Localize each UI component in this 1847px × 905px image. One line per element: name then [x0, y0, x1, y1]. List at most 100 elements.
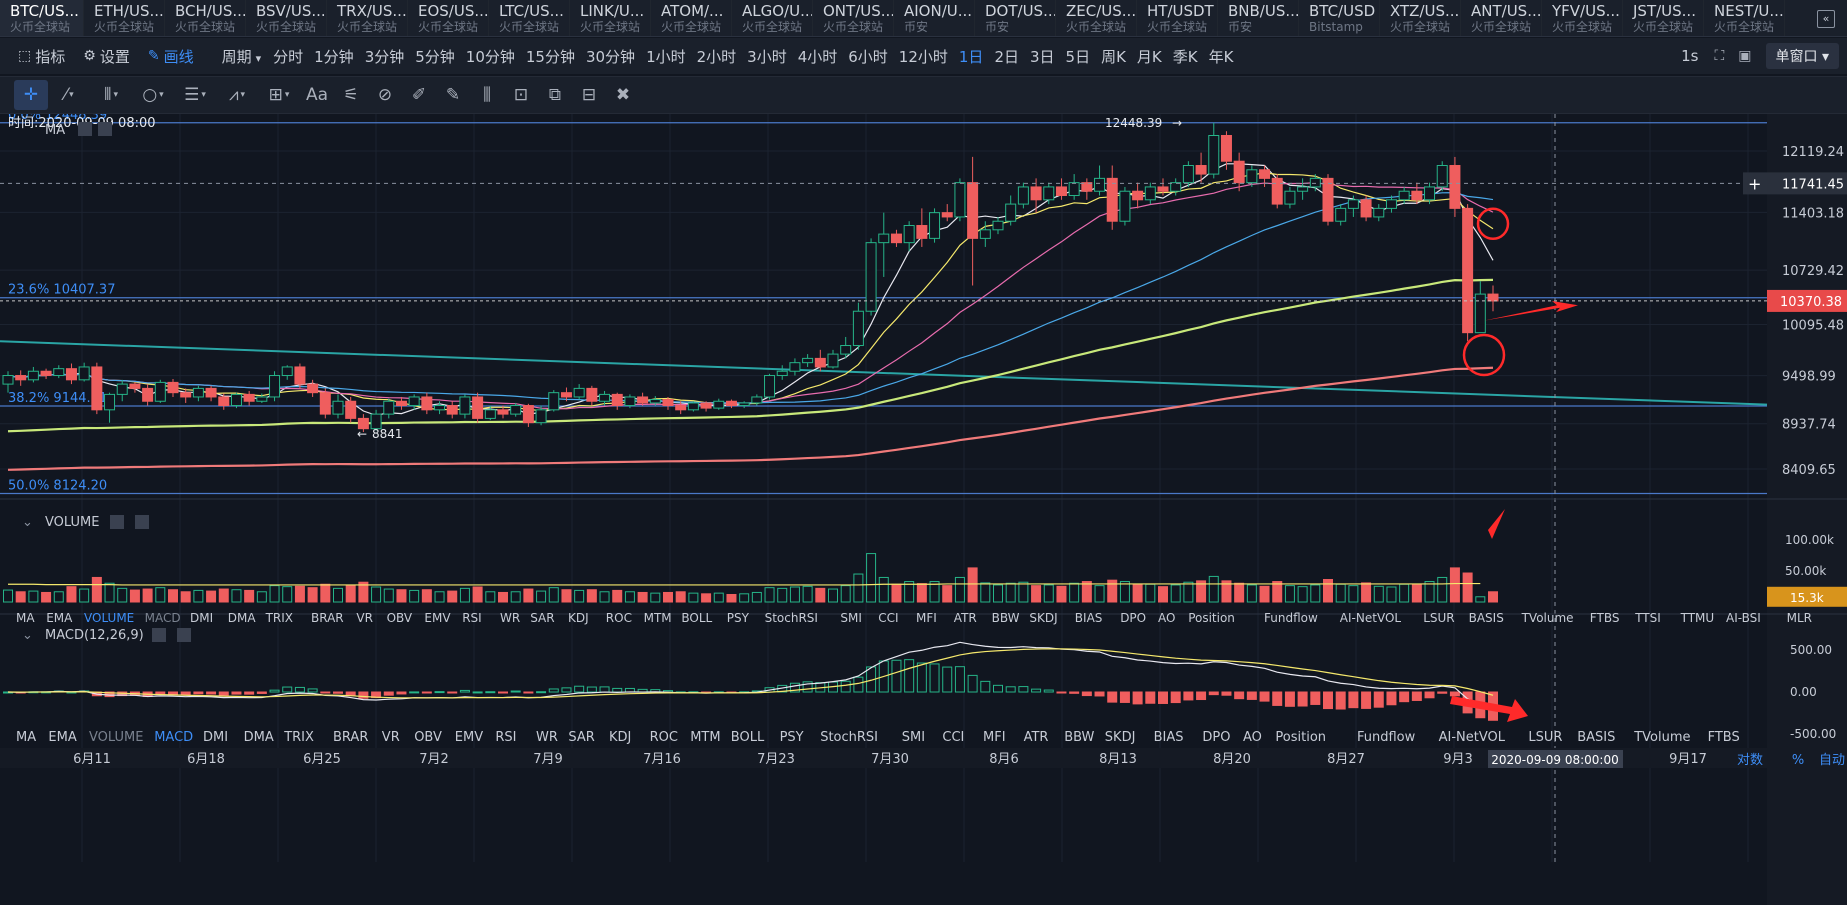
indicators-button[interactable]: ⬚ 指标 — [18, 46, 65, 67]
indicator-tab[interactable]: MA — [16, 611, 35, 625]
period-option[interactable]: 30分钟 — [586, 46, 635, 67]
indicator-tab[interactable]: Fundflow — [1264, 611, 1318, 625]
crosshair-icon[interactable]: ✛ — [14, 80, 48, 110]
ruler-icon[interactable]: ✐ — [402, 80, 436, 110]
indicator-tab[interactable]: MTM — [690, 730, 720, 745]
indicator-tab[interactable]: OBV — [414, 730, 442, 745]
period-option[interactable]: 年K — [1209, 46, 1234, 67]
macd-settings-icon[interactable] — [152, 628, 166, 642]
volume-close-icon[interactable] — [135, 515, 149, 529]
axis-mode-option[interactable]: % — [1792, 753, 1804, 768]
indicator-tab[interactable]: VR — [356, 611, 373, 625]
indicator-tab[interactable]: BRAR — [333, 730, 368, 745]
parallel-lines-icon[interactable]: ⦀ — [90, 80, 132, 110]
indicator-tab[interactable]: ATR — [954, 611, 977, 625]
indicator-tab[interactable]: SAR — [530, 611, 554, 625]
indicator-tab[interactable]: TTMU — [1680, 611, 1715, 625]
indicator-tab[interactable]: RSI — [462, 611, 482, 625]
symbol-tab[interactable]: ETH/US... 火币全球站 — [84, 0, 165, 36]
horizontal-lines-icon[interactable]: ☰ — [174, 80, 216, 110]
symbol-tab[interactable]: YFV/US... 火币全球站 — [1542, 0, 1623, 36]
indicator-tab[interactable]: FTBS — [1708, 730, 1740, 745]
indicator-tab[interactable]: AI-NetVOL — [1340, 611, 1402, 625]
draw-button[interactable]: ✎ 画线 — [148, 46, 194, 67]
indicator-tab[interactable]: SKDJ — [1029, 611, 1057, 625]
indicator-tab[interactable]: MA — [16, 730, 36, 745]
indicator-tab[interactable]: SAR — [568, 730, 594, 745]
indicator-tab[interactable]: ROC — [606, 611, 632, 625]
symbol-tab[interactable]: BNB/US... 币安 — [1218, 0, 1299, 36]
indicator-tab[interactable]: TRIX — [265, 611, 293, 625]
indicator-tab[interactable]: WR — [536, 730, 558, 745]
symbol-tab[interactable]: NEST/U... 火币全球站 — [1704, 0, 1785, 36]
period-option[interactable]: 2小时 — [697, 46, 737, 67]
indicator-tab[interactable]: StochRSI — [820, 730, 878, 745]
indicator-tab[interactable]: BRAR — [311, 611, 344, 625]
indicator-tab[interactable]: VOLUME — [89, 730, 143, 745]
symbol-tab[interactable]: XTZ/US... 火币全球站 — [1380, 0, 1461, 36]
indicator-tab[interactable]: DMA — [244, 730, 274, 745]
period-option[interactable]: 15分钟 — [526, 46, 575, 67]
indicator-tab[interactable]: MTM — [644, 611, 672, 625]
indicator-tab[interactable]: MFI — [983, 730, 1006, 745]
indicator-tab[interactable]: KDJ — [609, 730, 631, 745]
indicator-tab[interactable]: EMA — [48, 730, 76, 745]
ma-close-icon[interactable] — [98, 122, 112, 136]
period-option[interactable]: 5日 — [1066, 46, 1091, 67]
symbol-tab[interactable]: HT/USDT 火币全球站 — [1137, 0, 1218, 36]
pattern-icon[interactable]: ⩘ — [216, 80, 258, 110]
volume-settings-icon[interactable] — [110, 515, 124, 529]
indicator-tab[interactable]: AO — [1243, 730, 1262, 745]
indicator-tab[interactable]: EMV — [455, 730, 483, 745]
ma-settings-icon[interactable] — [78, 122, 92, 136]
indicator-tab[interactable]: LSUR — [1423, 611, 1454, 625]
indicator-tab[interactable]: BIAS — [1154, 730, 1184, 745]
symbol-tab[interactable]: BSV/US... 火币全球站 — [246, 0, 327, 36]
indicator-tab[interactable]: FTBS — [1590, 611, 1620, 625]
settings-button[interactable]: ⚙ 设置 — [83, 46, 130, 67]
refresh-interval[interactable]: 1s — [1681, 47, 1698, 65]
period-option[interactable]: 10分钟 — [466, 46, 515, 67]
indicator-tab[interactable]: BBW — [1064, 730, 1094, 745]
fibonacci-icon[interactable]: ⚟ — [334, 80, 368, 110]
period-option[interactable]: 6小时 — [848, 46, 888, 67]
indicator-tab[interactable]: ATR — [1024, 730, 1049, 745]
symbol-tab[interactable]: AION/U... 币安 — [894, 0, 975, 36]
indicator-tab[interactable]: KDJ — [568, 611, 589, 625]
hide-icon[interactable]: ⊟ — [572, 80, 606, 110]
period-option[interactable]: 3日 — [1030, 46, 1055, 67]
period-option[interactable]: 分时 — [273, 46, 303, 67]
indicator-tab[interactable]: SKDJ — [1105, 730, 1136, 745]
symbol-tab[interactable]: ANT/US... 火币全球站 — [1461, 0, 1542, 36]
indicator-tab[interactable]: PSY — [780, 730, 804, 745]
indicator-tab[interactable]: WR — [500, 611, 520, 625]
period-option[interactable]: 2日 — [994, 46, 1019, 67]
symbol-tab[interactable]: LTC/US... 火币全球站 — [489, 0, 570, 36]
indicator-tab[interactable]: BBW — [992, 611, 1020, 625]
chart-area[interactable]: 12119.24 11403.18 10729.42 10095.48 9498.99 8… — [0, 114, 1847, 905]
rectangle-icon[interactable]: ⊞ — [258, 80, 300, 110]
macd-close-icon[interactable] — [177, 628, 191, 642]
indicator-tab[interactable]: BOLL — [681, 611, 712, 625]
symbol-tab[interactable]: ALGO/U... 火币全球站 — [732, 0, 813, 36]
indicator-tab[interactable]: MLR — [1787, 611, 1812, 625]
indicator-tab[interactable]: AI-NetVOL — [1439, 730, 1506, 745]
symbol-tab[interactable]: EOS/US... 火币全球站 — [408, 0, 489, 36]
period-option[interactable]: 1日 — [959, 46, 984, 67]
gann-icon[interactable]: ⫼ — [470, 80, 504, 110]
copy-icon[interactable]: ⧉ — [538, 80, 572, 110]
indicator-tab[interactable]: Fundflow — [1357, 730, 1416, 745]
period-option[interactable]: 5分钟 — [415, 46, 455, 67]
pencil-icon[interactable]: ✎ — [436, 80, 470, 110]
lock-icon[interactable]: ⊡ — [504, 80, 538, 110]
period-option[interactable]: 3分钟 — [365, 46, 405, 67]
indicator-tab[interactable]: MACD — [154, 730, 193, 745]
indicator-tab[interactable]: OBV — [387, 611, 413, 625]
indicator-tab[interactable]: SMI — [902, 730, 925, 745]
indicator-tab[interactable]: SMI — [840, 611, 862, 625]
symbol-tab[interactable]: BTC/US... 火币全球站 — [0, 0, 84, 36]
ellipse-icon[interactable]: ○ — [132, 80, 174, 110]
indicator-tab[interactable]: VOLUME — [84, 611, 134, 625]
period-option[interactable]: 周K — [1101, 46, 1126, 67]
trend-line-icon[interactable]: ⁄ — [48, 80, 90, 110]
